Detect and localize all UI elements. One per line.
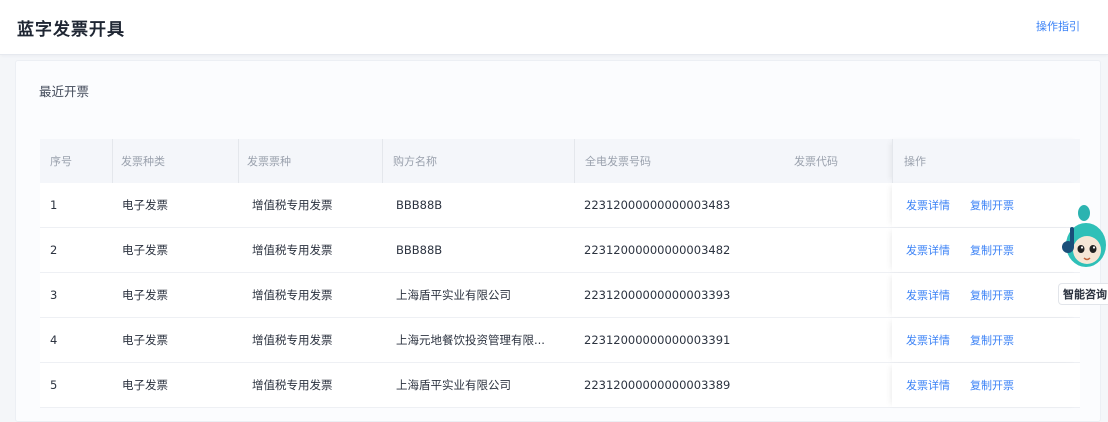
cell-index: 3: [50, 288, 58, 302]
copy-invoice-link[interactable]: 复制开票: [970, 332, 1014, 348]
assistant-label[interactable]: 智能咨询: [1058, 283, 1108, 305]
table-row: 1 电子发票 增值税专用发票 BBB88B 223120000000000034…: [40, 183, 1080, 228]
cell-buyer: BBB88B: [396, 198, 443, 212]
column-header-code: 发票代码: [794, 155, 838, 168]
cell-buyer: 上海盾平实业有限公司: [396, 378, 511, 392]
recent-invoices-table: 序号 发票种类 发票票种 购方名称 全电发票号码 发票代码 操作 1 电子发票 …: [40, 139, 1080, 408]
cell-kind: 电子发票: [122, 333, 168, 347]
cell-index: 5: [50, 378, 58, 392]
cell-index: 4: [50, 333, 58, 347]
invoice-detail-link[interactable]: 发票详情: [906, 332, 950, 348]
recent-invoices-card: 最近开票 序号 发票种类 发票票种 购方名称 全电发票号码 发票代码 操作 1 …: [15, 60, 1101, 422]
cell-invoice-code: [794, 363, 884, 407]
cell-invoice-number: 22312000000000003389: [584, 378, 731, 392]
table-row: 2 电子发票 增值税专用发票 BBB88B 223120000000000034…: [40, 228, 1080, 273]
column-header-index: 序号: [50, 155, 72, 168]
page-title: 蓝字发票开具: [17, 20, 125, 40]
assistant-avatar-icon[interactable]: [1056, 203, 1108, 283]
copy-invoice-link[interactable]: 复制开票: [970, 197, 1014, 213]
cell-kind: 电子发票: [122, 288, 168, 302]
cell-invoice-number: 22312000000000003391: [584, 333, 731, 347]
cell-type: 增值税专用发票: [252, 378, 333, 392]
copy-invoice-link[interactable]: 复制开票: [970, 377, 1014, 393]
invoice-detail-link[interactable]: 发票详情: [906, 377, 950, 393]
cell-type: 增值税专用发票: [252, 198, 333, 212]
cell-invoice-number: 22312000000000003482: [584, 243, 731, 257]
section-title: 最近开票: [39, 84, 90, 99]
cell-index: 1: [50, 198, 58, 212]
table-header: 序号 发票种类 发票票种 购方名称 全电发票号码 发票代码 操作: [40, 139, 1080, 183]
cell-buyer: BBB88B: [396, 243, 443, 257]
operation-guide-link[interactable]: 操作指引: [1036, 18, 1080, 34]
cell-kind: 电子发票: [122, 378, 168, 392]
cell-kind: 电子发票: [122, 198, 168, 212]
column-header-operations: 操作: [904, 155, 926, 168]
column-header-number: 全电发票号码: [574, 139, 795, 183]
column-header-kind: 发票种类: [112, 139, 247, 183]
cell-invoice-code: [794, 318, 884, 362]
cell-invoice-code: [794, 228, 884, 272]
cell-invoice-code: [794, 183, 884, 227]
cell-invoice-number: 22312000000000003393: [584, 288, 731, 302]
cell-type: 增值税专用发票: [252, 243, 333, 257]
copy-invoice-link[interactable]: 复制开票: [970, 287, 1014, 303]
invoice-detail-link[interactable]: 发票详情: [906, 197, 950, 213]
table-row: 3 电子发票 增值税专用发票 上海盾平实业有限公司 22312000000000…: [40, 273, 1080, 318]
cell-type: 增值税专用发票: [252, 333, 333, 347]
cell-index: 2: [50, 243, 58, 257]
column-header-buyer: 购方名称: [382, 139, 583, 183]
cell-invoice-code: [794, 273, 884, 317]
invoice-detail-link[interactable]: 发票详情: [906, 242, 950, 258]
cell-type: 增值税专用发票: [252, 288, 333, 302]
cell-kind: 电子发票: [122, 243, 168, 257]
table-row: 5 电子发票 增值税专用发票 上海盾平实业有限公司 22312000000000…: [40, 363, 1080, 408]
column-header-type: 发票票种: [238, 139, 391, 183]
invoice-detail-link[interactable]: 发票详情: [906, 287, 950, 303]
table-row: 4 电子发票 增值税专用发票 上海元地餐饮投资管理有限... 223120000…: [40, 318, 1080, 363]
cell-invoice-number: 22312000000000003483: [584, 198, 731, 212]
top-header: 蓝字发票开具 操作指引: [0, 0, 1108, 55]
cell-buyer: 上海盾平实业有限公司: [396, 288, 511, 302]
cell-buyer: 上海元地餐饮投资管理有限...: [396, 333, 545, 347]
copy-invoice-link[interactable]: 复制开票: [970, 242, 1014, 258]
